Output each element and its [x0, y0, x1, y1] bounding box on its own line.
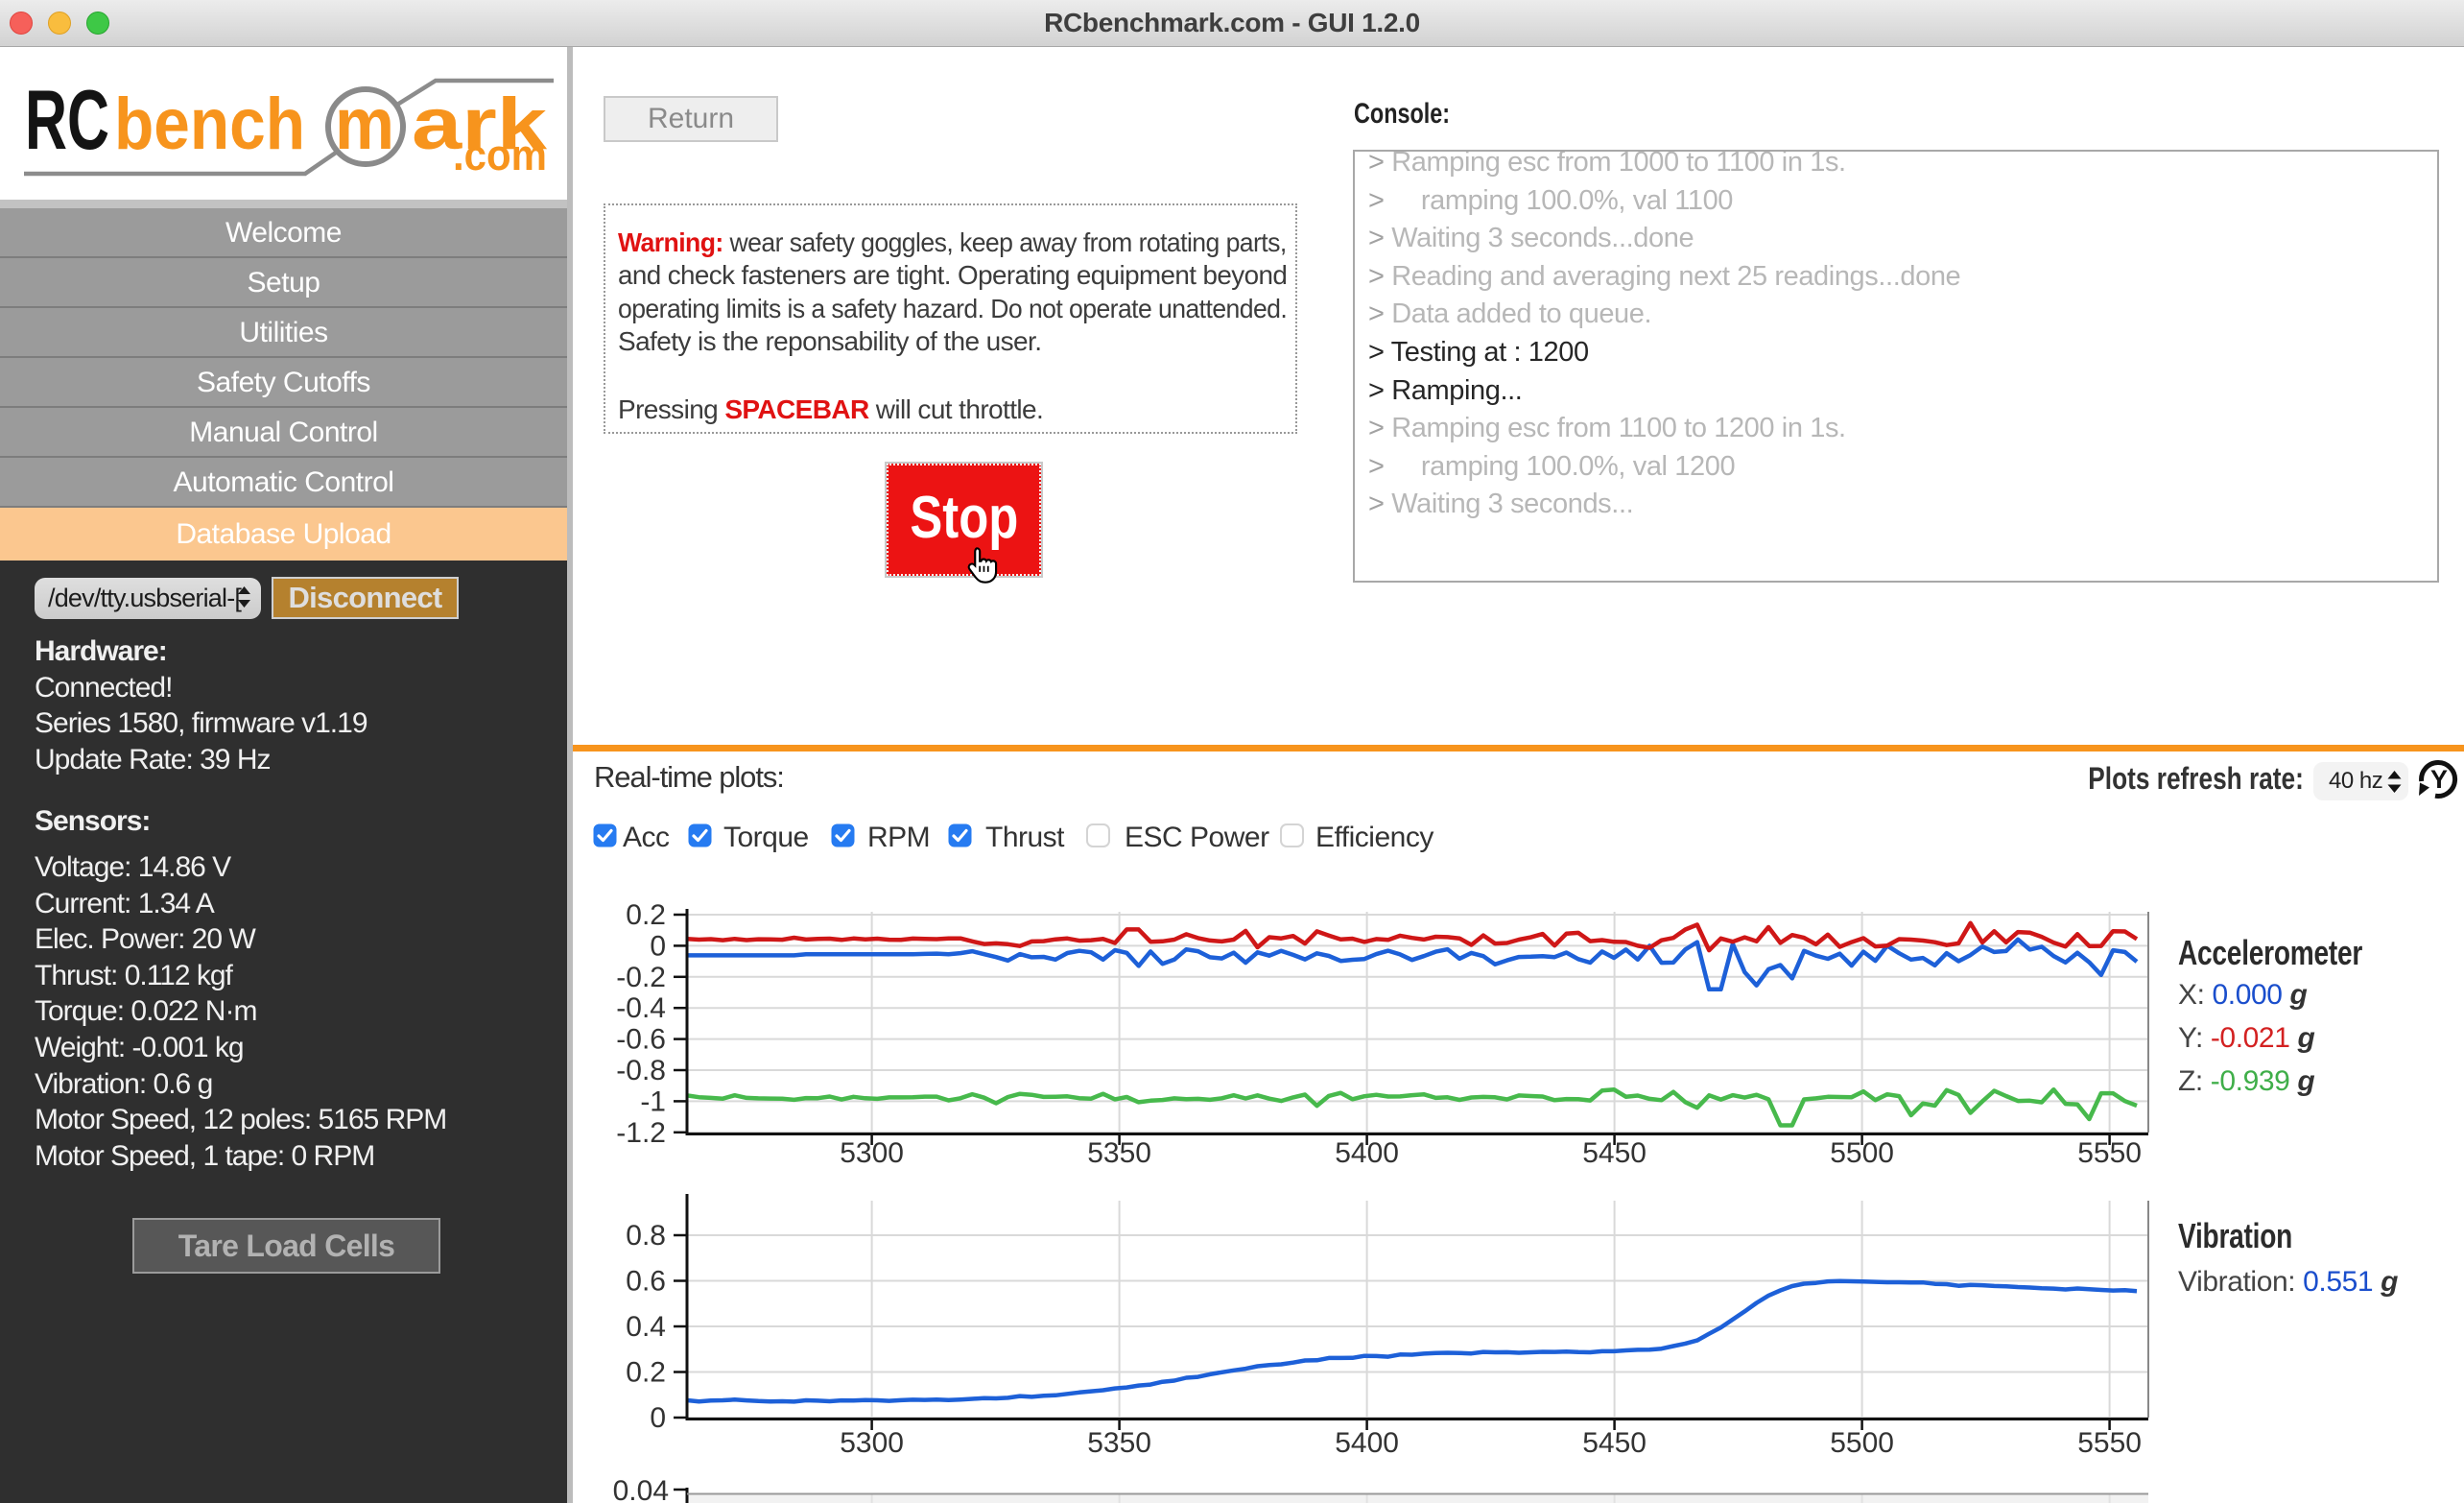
svg-text:5500: 5500: [1830, 1427, 1894, 1459]
svg-text:0.6: 0.6: [626, 1266, 666, 1298]
svg-text:-1.2: -1.2: [616, 1117, 666, 1149]
svg-text:-0.2: -0.2: [616, 962, 666, 993]
svg-text:5350: 5350: [1087, 1427, 1151, 1459]
svg-text:5300: 5300: [840, 1137, 904, 1169]
svg-text:5450: 5450: [1582, 1427, 1647, 1459]
svg-text:RC: RC: [25, 72, 109, 167]
svg-text:m: m: [335, 84, 394, 165]
svg-text:5550: 5550: [2077, 1427, 2142, 1459]
svg-text:5450: 5450: [1582, 1137, 1647, 1169]
svg-text:0.8: 0.8: [626, 1220, 666, 1252]
svg-text:5400: 5400: [1335, 1137, 1399, 1169]
svg-text:5350: 5350: [1087, 1137, 1151, 1169]
svg-text:0.04: 0.04: [613, 1475, 669, 1503]
svg-text:0.4: 0.4: [626, 1311, 666, 1343]
svg-text:5500: 5500: [1830, 1137, 1894, 1169]
svg-text:.com: .com: [453, 131, 547, 179]
svg-text:0: 0: [650, 930, 666, 962]
svg-text:-0.8: -0.8: [616, 1055, 666, 1086]
svg-text:-1: -1: [640, 1086, 666, 1117]
svg-text:5550: 5550: [2077, 1137, 2142, 1169]
svg-text:Y: Y: [2430, 765, 2448, 794]
svg-text:0.2: 0.2: [626, 1357, 666, 1389]
svg-text:0.2: 0.2: [626, 899, 666, 931]
svg-text:0: 0: [650, 1402, 666, 1434]
svg-text:-0.6: -0.6: [616, 1024, 666, 1056]
svg-text:-0.4: -0.4: [616, 992, 666, 1024]
svg-text:bench: bench: [114, 84, 305, 165]
svg-text:5400: 5400: [1335, 1427, 1399, 1459]
svg-text:5300: 5300: [840, 1427, 904, 1459]
